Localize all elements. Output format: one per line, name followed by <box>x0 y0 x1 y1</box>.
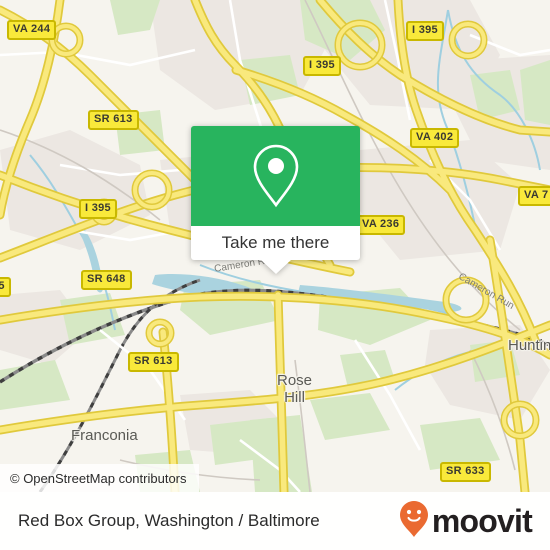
road-shield: I 395 <box>303 56 341 76</box>
map-pin-icon <box>248 142 304 210</box>
road-shield: I 395 <box>406 21 444 41</box>
road-shield: SR 613 <box>88 110 139 130</box>
road-shield: SR 633 <box>440 462 491 482</box>
road-shield: 95 <box>0 277 11 297</box>
road-shield: VA 236 <box>356 215 406 235</box>
road-shield: VA 402 <box>410 128 460 148</box>
popup-tail <box>260 260 291 274</box>
road-shield: SR 613 <box>128 352 179 372</box>
place-label-franconia: Franconia <box>71 427 138 444</box>
road-shield: VA 7 <box>518 186 550 206</box>
attribution-text: © OpenStreetMap contributors <box>10 470 187 486</box>
page-title: Red Box Group, Washington / Baltimore <box>18 511 320 530</box>
road-shield: VA 244 <box>7 20 57 40</box>
place-label-line: Hill <box>284 389 305 406</box>
moovit-wordmark: moovit <box>431 503 533 539</box>
moovit-logo[interactable]: moovit <box>399 500 533 543</box>
footer-bar: Red Box Group, Washington / Baltimore mo… <box>0 492 550 550</box>
attribution-bar: © OpenStreetMap contributors <box>0 464 199 492</box>
map-canvas[interactable]: VA 244 I 395 I 395 SR 613 VA 402 I 395 V… <box>0 0 550 492</box>
place-label-hunting: Hunting <box>508 337 550 354</box>
moovit-smiley-pin-icon <box>399 500 429 543</box>
popup-pin-area <box>191 126 360 226</box>
road-shield: SR 648 <box>81 270 132 290</box>
place-label-line: Rose <box>277 372 313 389</box>
take-me-there-label: Take me there <box>221 233 330 252</box>
popup-action-bar[interactable]: Take me there <box>191 226 360 260</box>
place-label-rose-hill: Rose Hill <box>277 372 312 406</box>
moovit-map-screenshot: VA 244 I 395 I 395 SR 613 VA 402 I 395 V… <box>0 0 550 550</box>
take-me-there-popup[interactable]: Take me there <box>191 126 360 274</box>
road-shield: I 395 <box>79 199 117 219</box>
